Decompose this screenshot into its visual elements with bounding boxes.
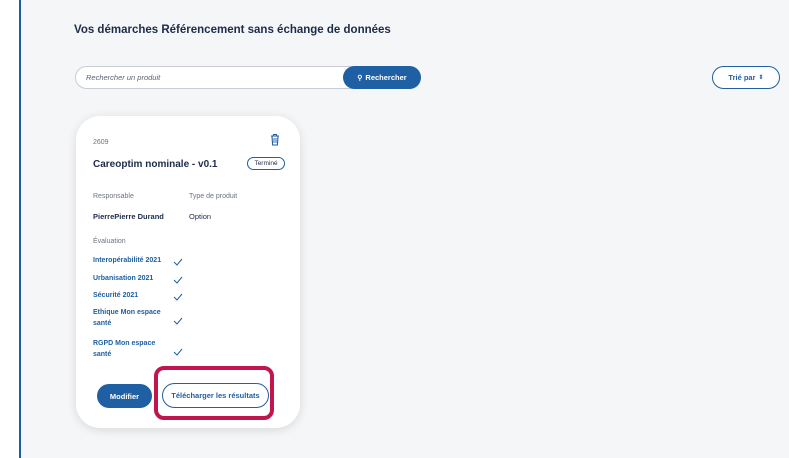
search-input[interactable]	[86, 67, 341, 88]
sort-button-label: Trié par	[728, 73, 756, 82]
page-title: Vos démarches Référencement sans échange…	[74, 24, 391, 36]
responsable-label: Responsable	[93, 193, 134, 200]
product-type-label: Type de produit	[189, 193, 238, 200]
evaluation-item-label: Sécurité 2021	[93, 292, 139, 299]
check-icon	[173, 276, 183, 284]
check-icon	[173, 348, 183, 356]
evaluation-item-label: RGPD Mon espace	[93, 340, 156, 347]
evaluation-item-label-cont: santé	[93, 351, 112, 358]
search-bar: ⚲ Rechercher	[75, 66, 421, 89]
trash-icon[interactable]	[269, 133, 281, 146]
sort-arrows-icon: ⇕	[758, 75, 764, 81]
modify-button[interactable]: Modifier	[97, 384, 152, 408]
evaluation-label: Évaluation	[93, 238, 126, 245]
search-button-label: Rechercher	[365, 73, 407, 82]
evaluation-item[interactable]: Urbanisation 2021	[93, 273, 153, 284]
card-title: Careoptim nominale - v0.1	[93, 159, 218, 170]
check-icon	[173, 293, 183, 301]
card-id: 2609	[93, 139, 109, 146]
status-badge: Terminé	[247, 157, 285, 170]
evaluation-item-label: Ethique Mon espace	[93, 309, 161, 316]
evaluation-item-label-cont: santé	[93, 320, 112, 327]
download-results-button[interactable]: Télécharger les résultats	[162, 383, 269, 408]
search-icon: ⚲	[357, 74, 363, 82]
check-icon	[173, 258, 183, 266]
responsable-value: PierrePierre Durand	[93, 212, 164, 221]
evaluation-item-label: Urbanisation 2021	[93, 275, 154, 282]
evaluation-item[interactable]: Sécurité 2021	[93, 290, 138, 301]
sort-button[interactable]: Trié par ⇕	[712, 66, 780, 89]
product-type-value: Option	[189, 212, 212, 221]
search-button[interactable]: ⚲ Rechercher	[343, 66, 421, 89]
evaluation-item[interactable]: Ethique Mon espace santé	[93, 307, 161, 329]
check-icon	[173, 317, 183, 325]
evaluation-item[interactable]: RGPD Mon espace santé	[93, 338, 155, 360]
evaluation-item-label: Interopérabilité 2021	[93, 257, 162, 264]
product-card: 2609 Careoptim nominale - v0.1 Terminé R…	[76, 116, 300, 428]
evaluation-item[interactable]: Interopérabilité 2021	[93, 255, 161, 266]
